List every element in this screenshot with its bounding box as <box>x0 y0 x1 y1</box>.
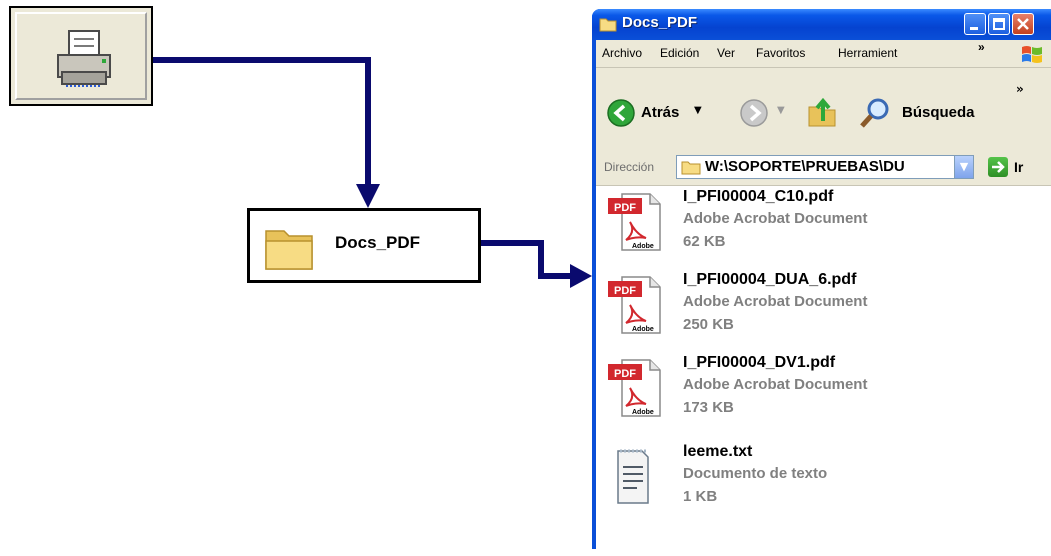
svg-text:PDF: PDF <box>614 202 636 214</box>
menu-bar: Archivo Edición Ver Favoritos Herramient… <box>596 40 1051 68</box>
svg-text:Adobe: Adobe <box>632 409 654 416</box>
file-list: PDF Adobe I_PFI00004_C10.pdf Adobe Acrob… <box>596 186 1051 556</box>
toolbar: » Atrás ▼ ▼ Búsqueda <box>596 68 1051 151</box>
file-size: 173 KB <box>683 399 734 416</box>
minimize-icon <box>970 27 978 30</box>
pdf-icon: PDF Adobe <box>608 193 661 251</box>
address-input[interactable]: W:\SOPORTE\PRUEBAS\DU ▼ <box>676 155 974 179</box>
back-arrow-icon[interactable] <box>606 98 636 128</box>
file-type: Adobe Acrobat Document <box>683 376 868 393</box>
file-item[interactable]: leeme.txt Documento de texto 1 KB <box>604 443 1044 523</box>
back-button-label[interactable]: Atrás <box>641 104 679 121</box>
menu-edicion[interactable]: Edición <box>660 46 699 60</box>
maximize-icon <box>993 18 1005 30</box>
pdf-icon: PDF Adobe <box>608 359 661 417</box>
file-type: Adobe Acrobat Document <box>683 293 868 310</box>
file-item[interactable]: PDF Adobe I_PFI00004_DV1.pdf Adobe Acrob… <box>604 354 1044 434</box>
folder-label: Docs_PDF <box>335 233 421 252</box>
file-size: 1 KB <box>683 488 718 505</box>
menu-ver[interactable]: Ver <box>717 46 735 60</box>
print-button[interactable] <box>9 6 153 106</box>
menu-archivo[interactable]: Archivo <box>602 46 642 60</box>
file-size: 250 KB <box>683 316 734 333</box>
pdf-icon: PDF Adobe <box>608 276 661 334</box>
chevron-down-icon[interactable]: ▼ <box>954 156 973 178</box>
printer-icon <box>57 30 111 87</box>
forward-arrow-icon[interactable] <box>739 98 769 128</box>
close-icon <box>1017 18 1029 30</box>
explorer-window: Docs_PDF Archivo Edición Ver Favoritos H… <box>592 9 1051 556</box>
address-value: W:\SOPORTE\PRUEBAS\DU <box>705 158 905 175</box>
minimize-button[interactable] <box>964 13 986 35</box>
text-document-icon <box>617 449 649 504</box>
folder-up-icon[interactable] <box>806 95 838 129</box>
docs-pdf-folder[interactable]: Docs_PDF <box>247 208 481 283</box>
go-label[interactable]: Ir <box>1014 159 1023 175</box>
file-name: leeme.txt <box>683 443 753 460</box>
folder-icon <box>681 161 701 175</box>
address-bar: Dirección W:\SOPORTE\PRUEBAS\DU ▼ Ir <box>596 150 1051 186</box>
title-bar[interactable]: Docs_PDF <box>592 9 1051 40</box>
file-name: I_PFI00004_DV1.pdf <box>683 354 836 371</box>
search-button-label[interactable]: Búsqueda <box>902 104 975 121</box>
window-title: Docs_PDF <box>622 14 698 31</box>
file-name: I_PFI00004_C10.pdf <box>683 188 834 205</box>
arrow-right-icon <box>992 161 1005 173</box>
file-name: I_PFI00004_DUA_6.pdf <box>683 271 857 288</box>
file-size: 62 KB <box>683 233 726 250</box>
svg-text:PDF: PDF <box>614 368 636 380</box>
search-icon[interactable] <box>858 96 892 130</box>
svg-text:Adobe: Adobe <box>632 243 654 250</box>
windows-logo-icon <box>1022 46 1042 63</box>
back-dropdown-icon[interactable]: ▼ <box>694 105 702 116</box>
forward-dropdown-icon[interactable]: ▼ <box>777 105 785 116</box>
close-button[interactable] <box>1012 13 1034 35</box>
menu-favoritos[interactable]: Favoritos <box>756 46 805 60</box>
file-type: Adobe Acrobat Document <box>683 210 868 227</box>
address-label: Dirección <box>604 160 655 174</box>
file-type: Documento de texto <box>683 465 828 482</box>
menu-overflow-chevron[interactable]: » <box>978 40 985 54</box>
toolbar-overflow-chevron[interactable]: » <box>1016 82 1024 96</box>
menu-herramientas[interactable]: Herramient <box>838 46 897 60</box>
file-item[interactable]: PDF Adobe I_PFI00004_C10.pdf Adobe Acrob… <box>604 188 1044 268</box>
go-button[interactable] <box>988 157 1008 177</box>
maximize-button[interactable] <box>988 13 1010 35</box>
folder-icon <box>265 230 313 270</box>
svg-text:PDF: PDF <box>614 285 636 297</box>
svg-text:Adobe: Adobe <box>632 326 654 333</box>
file-item[interactable]: PDF Adobe I_PFI00004_DUA_6.pdf Adobe Acr… <box>604 271 1044 351</box>
folder-icon <box>599 18 617 32</box>
